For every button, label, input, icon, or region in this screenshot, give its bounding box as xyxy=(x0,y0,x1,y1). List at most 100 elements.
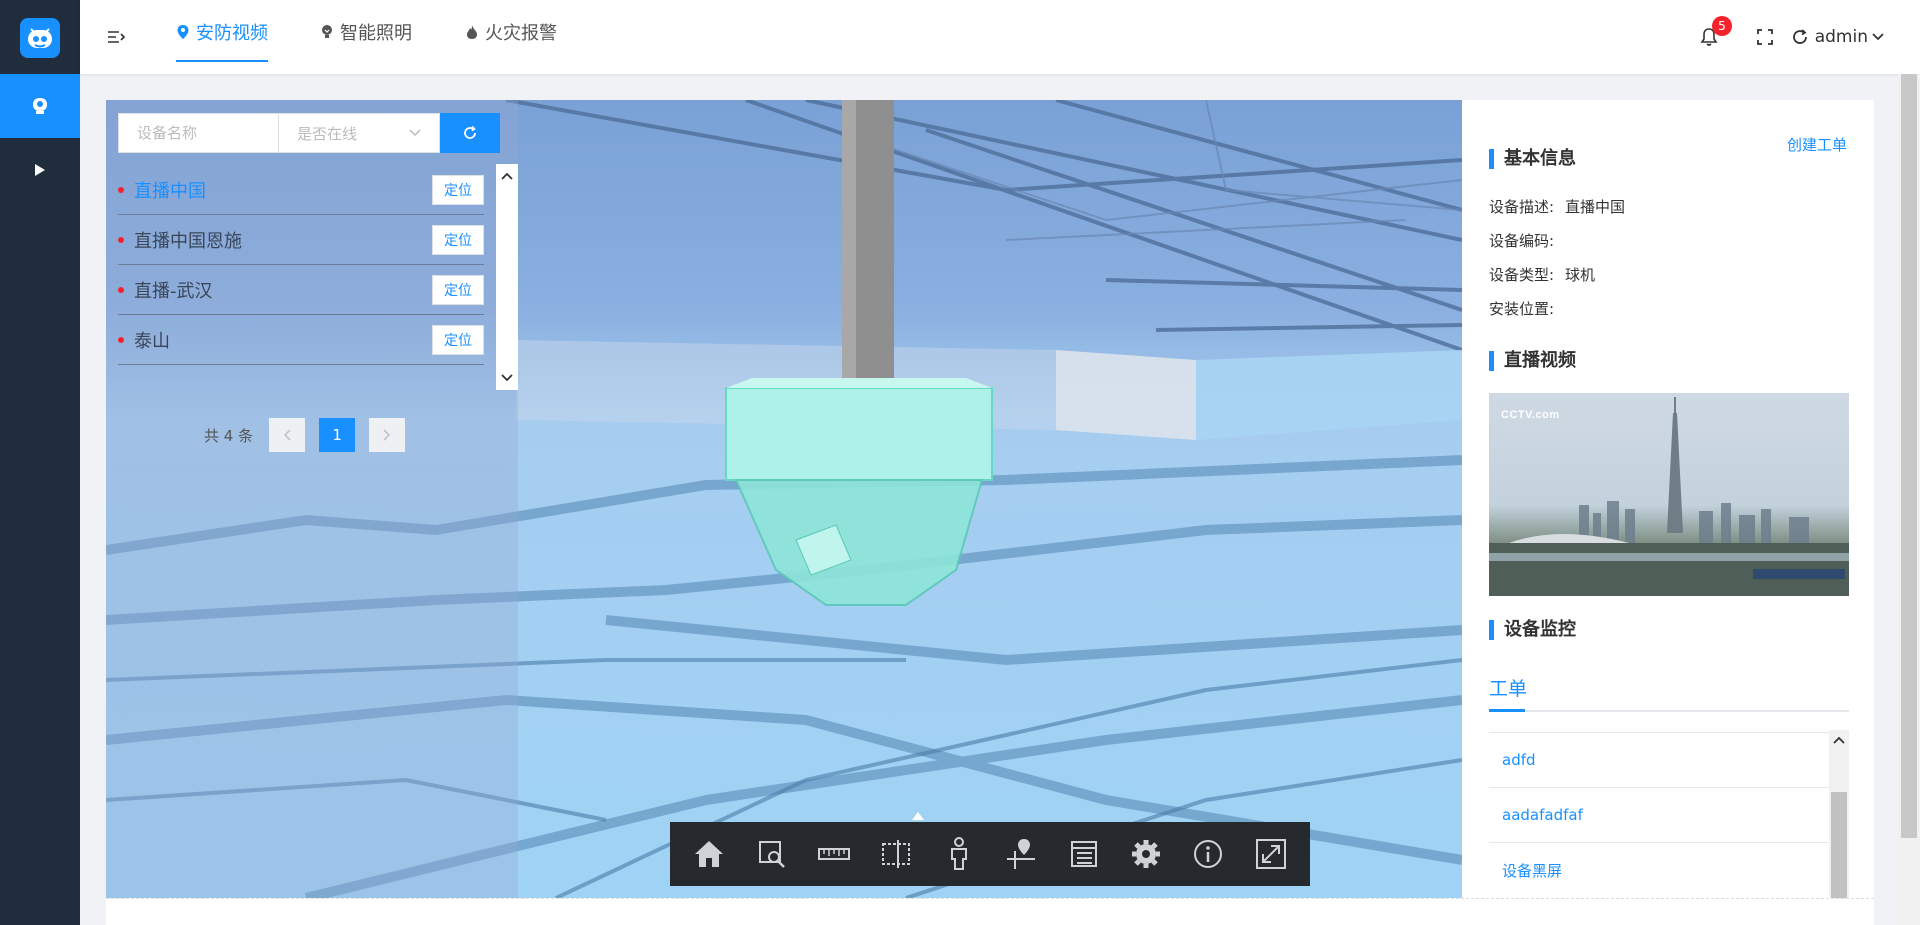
list-item[interactable]: adfd xyxy=(1489,732,1829,787)
home-icon[interactable] xyxy=(689,834,729,874)
online-status-select[interactable]: 是否在线 xyxy=(279,113,440,153)
info-icon[interactable] xyxy=(1188,834,1228,874)
pagination: 共 4 条 1 xyxy=(204,418,419,452)
device-name: 直播中国 xyxy=(134,180,206,202)
field-description: 设备描述: 直播中国 xyxy=(1489,196,1625,217)
left-rail xyxy=(0,0,80,925)
device-name-input[interactable] xyxy=(118,113,279,153)
camera-icon xyxy=(33,98,47,114)
field-label: 安装位置: xyxy=(1489,300,1555,318)
ruler-icon[interactable] xyxy=(814,834,854,874)
flame-icon xyxy=(467,25,477,39)
sidebar-item-camera[interactable] xyxy=(0,74,80,138)
device-list: 直播中国 定位 直播中国恩施 定位 直播-武汉 定位 泰山 定位 xyxy=(118,165,484,365)
refresh-button[interactable] xyxy=(440,113,500,153)
offline-dot xyxy=(118,187,124,193)
locate-button[interactable]: 定位 xyxy=(432,324,484,355)
scroll-down-arrow-icon[interactable] xyxy=(496,368,518,388)
offline-dot xyxy=(118,287,124,293)
locate-button[interactable]: 定位 xyxy=(432,224,484,255)
device-name: 直播-武汉 xyxy=(134,280,213,302)
scrollbar-thumb[interactable] xyxy=(1831,792,1847,898)
chevron-down-icon xyxy=(409,129,421,137)
basic-info-title: 基本信息 xyxy=(1489,149,1576,169)
toolbar-caret-icon xyxy=(912,812,924,820)
field-type: 设备类型: 球机 xyxy=(1489,264,1595,285)
workorder-scrollbar[interactable] xyxy=(1829,730,1849,898)
tab-security-video[interactable]: 安防视频 xyxy=(176,0,268,64)
menu-toggle-icon[interactable] xyxy=(106,27,126,47)
tab-label: 智能照明 xyxy=(340,23,412,44)
field-code: 设备编码: xyxy=(1489,230,1565,251)
offline-dot xyxy=(118,337,124,343)
list-item[interactable]: 泰山 定位 xyxy=(118,315,484,365)
field-location: 安装位置: xyxy=(1489,298,1565,319)
bottom-strip xyxy=(106,898,1874,925)
map-pin-icon[interactable] xyxy=(1001,834,1041,874)
split-view-icon[interactable] xyxy=(876,834,916,874)
device-monitor-title: 设备监控 xyxy=(1489,620,1576,640)
device-list-scrollbar[interactable] xyxy=(496,164,518,390)
page-scrollbar[interactable] xyxy=(1898,74,1920,925)
top-header: 安防视频 智能照明 火灾报警 5 admin xyxy=(80,0,1920,74)
workorder-list: adfd aadafadfaf 设备黑屏 xyxy=(1489,732,1829,897)
bulb-icon xyxy=(322,25,332,38)
next-page-button[interactable] xyxy=(369,418,406,452)
scene-toolbar xyxy=(670,812,1310,886)
person-icon[interactable] xyxy=(939,834,979,874)
scroll-up-arrow-icon[interactable] xyxy=(496,166,518,186)
list-item[interactable]: 直播中国恩施 定位 xyxy=(118,215,484,265)
chevron-right-icon xyxy=(383,429,391,441)
total-count: 共 4 条 xyxy=(204,426,254,445)
dome-camera-model xyxy=(725,378,993,606)
locate-button[interactable]: 定位 xyxy=(432,174,484,205)
location-pin-icon xyxy=(177,25,189,39)
filter-row: 是否在线 xyxy=(118,113,500,153)
chevron-down-icon xyxy=(1872,33,1884,41)
tab-smart-lighting[interactable]: 智能照明 xyxy=(320,0,412,64)
fullscreen-button[interactable] xyxy=(1756,0,1774,74)
list-item[interactable]: 直播-武汉 定位 xyxy=(118,265,484,315)
list-item[interactable]: aadafadfaf xyxy=(1489,787,1829,842)
refresh-icon xyxy=(1792,29,1807,44)
list-item[interactable]: 直播中国 定位 xyxy=(118,165,484,215)
scrollbar-thumb[interactable] xyxy=(1901,74,1917,838)
play-icon xyxy=(35,164,45,176)
refresh-icon xyxy=(464,125,476,139)
device-name: 直播中国恩施 xyxy=(134,230,242,252)
gear-icon[interactable] xyxy=(1126,834,1166,874)
field-value: 直播中国 xyxy=(1565,198,1626,216)
video-logo: CCTV.com xyxy=(1501,409,1560,421)
live-video-player[interactable]: CCTV.com xyxy=(1489,393,1849,596)
field-value: 球机 xyxy=(1565,266,1596,284)
live-video-title: 直播视频 xyxy=(1489,351,1576,371)
device-info-panel: 创建工单 基本信息 设备描述: 直播中国 设备编码: 设备类型: 球机 安装位置: … xyxy=(1462,100,1874,898)
create-workorder-link[interactable]: 创建工单 xyxy=(1787,134,1847,155)
expand-icon[interactable] xyxy=(1251,834,1291,874)
tab-workorder[interactable]: 工单 xyxy=(1489,674,1527,701)
scroll-up-arrow-icon[interactable] xyxy=(1829,730,1849,750)
zoom-area-icon[interactable] xyxy=(752,834,792,874)
offline-dot xyxy=(118,237,124,243)
device-name: 泰山 xyxy=(134,330,170,352)
field-label: 设备编码: xyxy=(1489,232,1555,250)
tab-label: 安防视频 xyxy=(196,23,268,44)
notification-badge: 5 xyxy=(1712,16,1732,36)
notification-button[interactable]: 5 xyxy=(1700,0,1732,74)
user-menu[interactable]: admin xyxy=(1791,0,1890,74)
chevron-left-icon xyxy=(283,429,291,441)
username: admin xyxy=(1814,27,1868,47)
list-icon[interactable] xyxy=(1064,834,1104,874)
prev-page-button[interactable] xyxy=(269,418,306,452)
select-placeholder: 是否在线 xyxy=(297,124,358,143)
page-number[interactable]: 1 xyxy=(319,418,356,452)
tab-underline xyxy=(1489,709,1849,712)
list-item[interactable]: 设备黑屏 xyxy=(1489,842,1829,897)
device-list-panel: 是否在线 直播中国 定位 直播中国恩施 定位 直播-武汉 定位 xyxy=(106,100,518,898)
sidebar-item-play[interactable] xyxy=(0,138,80,202)
locate-button[interactable]: 定位 xyxy=(432,274,484,305)
3d-scene-viewport[interactable]: 是否在线 直播中国 定位 直播中国恩施 定位 直播-武汉 定位 xyxy=(106,100,1462,898)
tab-fire-alarm[interactable]: 火灾报警 xyxy=(465,0,557,64)
app-logo[interactable] xyxy=(20,18,60,58)
video-frame xyxy=(1489,397,1849,596)
